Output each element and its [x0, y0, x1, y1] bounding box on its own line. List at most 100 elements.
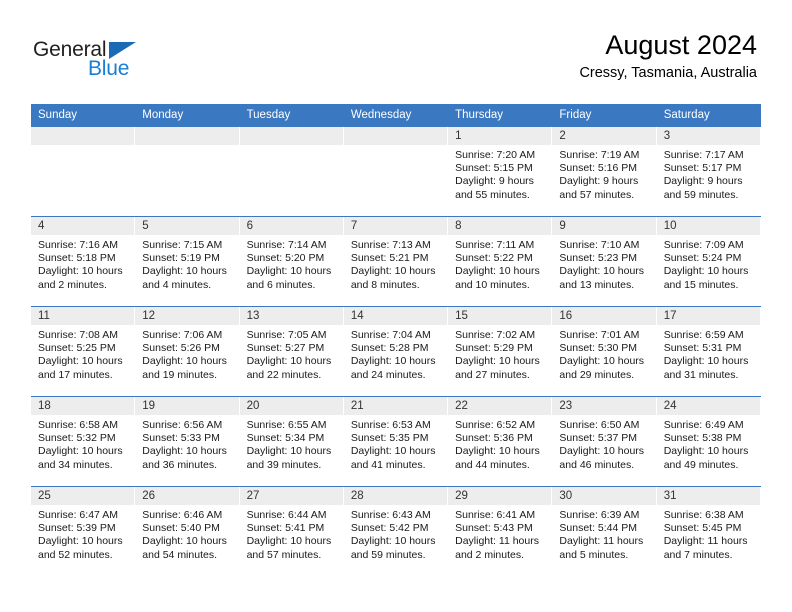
day-detail: Sunrise: 7:02 AM Sunset: 5:29 PM Daylight:…: [448, 325, 551, 382]
calendar-day-cell[interactable]: 18 Sunrise: 6:58 AM Sunset: 5:32 PM Dayligh…: [31, 396, 136, 487]
sunset-text: Sunset: 5:44 PM: [559, 522, 638, 535]
calendar-day-cell[interactable]: 28 Sunrise: 6:43 AM Sunset: 5:42 PM Dayligh…: [343, 486, 449, 576]
daylight-text-line2: and 19 minutes.: [142, 368, 217, 381]
daylight-text-line1: Daylight: 11 hours: [559, 535, 644, 548]
day-detail: Sunrise: 6:41 AM Sunset: 5:43 PM Daylight:…: [448, 505, 551, 562]
calendar-day-cell[interactable]: 3 Sunrise: 7:17 AM Sunset: 5:17 PM Daylight…: [656, 126, 761, 217]
sunrise-text: Sunrise: 7:02 AM: [455, 329, 536, 341]
calendar-day-cell[interactable]: 31 Sunrise: 6:38 AM Sunset: 5:45 PM Dayligh…: [656, 486, 761, 576]
calendar-day-cell[interactable]: 5 Sunrise: 7:15 AM Sunset: 5:19 PM Daylight…: [135, 216, 240, 307]
daylight-text-line2: and 24 minutes.: [350, 368, 426, 381]
calendar-day-cell[interactable]: 4 Sunrise: 7:16 AM Sunset: 5:18 PM Daylight…: [31, 216, 136, 307]
daylight-text-line2: and 22 minutes.: [246, 368, 322, 381]
calendar-day-cell[interactable]: 11 Sunrise: 7:08 AM Sunset: 5:25 PM Dayligh…: [31, 306, 136, 397]
calendar-day-cell[interactable]: 21 Sunrise: 6:53 AM Sunset: 5:35 PM Dayligh…: [343, 396, 449, 487]
day-number: 26: [135, 487, 239, 505]
day-cell-content: 8 Sunrise: 7:11 AM Sunset: 5:22 PM Daylight…: [448, 217, 553, 306]
calendar-day-cell[interactable]: 13 Sunrise: 7:05 AM Sunset: 5:27 PM Dayligh…: [239, 306, 344, 397]
day-detail: Sunrise: 7:11 AM Sunset: 5:22 PM Daylight:…: [448, 235, 551, 292]
daylight-text-line2: and 41 minutes.: [350, 458, 426, 471]
sunrise-text: Sunrise: 6:52 AM: [455, 419, 536, 431]
calendar-day-cell[interactable]: 6 Sunrise: 7:14 AM Sunset: 5:20 PM Daylight…: [239, 216, 344, 307]
calendar-day-cell[interactable]: [239, 126, 344, 217]
daylight-text-line1: Daylight: 10 hours: [455, 445, 540, 458]
sunset-text: Sunset: 5:31 PM: [663, 342, 742, 355]
day-cell-empty: [31, 127, 136, 216]
daylight-text-line2: and 15 minutes.: [663, 278, 739, 291]
day-number: 24: [656, 397, 760, 415]
calendar-day-cell[interactable]: 25 Sunrise: 6:47 AM Sunset: 5:39 PM Dayligh…: [31, 486, 136, 576]
day-cell-content: 16 Sunrise: 7:01 AM Sunset: 5:30 PM Dayligh…: [552, 307, 657, 396]
sunset-text: Sunset: 5:45 PM: [663, 522, 742, 535]
day-cell-content: 9 Sunrise: 7:10 AM Sunset: 5:23 PM Daylight…: [552, 217, 657, 306]
calendar-day-cell[interactable]: 22 Sunrise: 6:52 AM Sunset: 5:36 PM Dayligh…: [448, 396, 553, 487]
sunset-text: Sunset: 5:29 PM: [455, 342, 533, 355]
daylight-text-line2: and 59 minutes.: [350, 548, 426, 561]
calendar-day-cell[interactable]: 26 Sunrise: 6:46 AM Sunset: 5:40 PM Dayligh…: [135, 486, 240, 576]
calendar-day-cell[interactable]: 23 Sunrise: 6:50 AM Sunset: 5:37 PM Dayligh…: [552, 396, 657, 487]
day-detail: Sunrise: 7:01 AM Sunset: 5:30 PM Daylight:…: [552, 325, 655, 382]
day-cell-content: 3 Sunrise: 7:17 AM Sunset: 5:17 PM Daylight…: [656, 127, 761, 216]
calendar-day-cell[interactable]: 2 Sunrise: 7:19 AM Sunset: 5:16 PM Daylight…: [552, 126, 657, 217]
sunset-text: Sunset: 5:37 PM: [559, 432, 638, 445]
logo-text-blue: Blue: [88, 57, 130, 80]
calendar-day-cell[interactable]: 27 Sunrise: 6:44 AM Sunset: 5:41 PM Dayligh…: [239, 486, 344, 576]
calendar-day-cell[interactable]: [343, 126, 449, 217]
sunset-text: Sunset: 5:25 PM: [38, 342, 116, 355]
calendar-day-cell[interactable]: 14 Sunrise: 7:04 AM Sunset: 5:28 PM Dayligh…: [343, 306, 449, 397]
day-number: 7: [343, 217, 448, 235]
day-cell-content: 6 Sunrise: 7:14 AM Sunset: 5:20 PM Daylight…: [239, 217, 344, 306]
calendar-day-cell[interactable]: 24 Sunrise: 6:49 AM Sunset: 5:38 PM Dayligh…: [656, 396, 761, 487]
calendar-day-cell[interactable]: 7 Sunrise: 7:13 AM Sunset: 5:21 PM Daylight…: [343, 216, 449, 307]
day-number: 21: [343, 397, 448, 415]
calendar-day-cell[interactable]: 10 Sunrise: 7:09 AM Sunset: 5:24 PM Dayligh…: [656, 216, 761, 307]
calendar-day-cell[interactable]: 20 Sunrise: 6:55 AM Sunset: 5:34 PM Dayligh…: [239, 396, 344, 487]
day-number: 18: [31, 397, 135, 415]
sunrise-text: Sunrise: 7:06 AM: [142, 329, 223, 341]
calendar-day-cell[interactable]: 16 Sunrise: 7:01 AM Sunset: 5:30 PM Dayligh…: [552, 306, 657, 397]
day-cell-content: 22 Sunrise: 6:52 AM Sunset: 5:36 PM Dayligh…: [448, 397, 553, 486]
calendar-day-cell[interactable]: 1 Sunrise: 7:20 AM Sunset: 5:15 PM Daylight…: [448, 126, 553, 217]
day-cell-empty: [135, 127, 240, 216]
day-cell-empty: [239, 127, 344, 216]
day-number: 27: [239, 487, 343, 505]
day-cell-content: 13 Sunrise: 7:05 AM Sunset: 5:27 PM Dayligh…: [239, 307, 344, 396]
sunset-text: Sunset: 5:20 PM: [246, 252, 325, 265]
daylight-text-line1: Daylight: 10 hours: [663, 355, 749, 368]
calendar-day-cell[interactable]: 9 Sunrise: 7:10 AM Sunset: 5:23 PM Daylight…: [552, 216, 657, 307]
calendar-day-cell[interactable]: [135, 126, 240, 217]
daylight-text-line2: and 2 minutes.: [38, 278, 107, 291]
calendar-day-cell[interactable]: [31, 126, 136, 217]
day-cell-content: 14 Sunrise: 7:04 AM Sunset: 5:28 PM Dayligh…: [343, 307, 449, 396]
sunset-text: Sunset: 5:22 PM: [455, 252, 533, 265]
sunset-text: Sunset: 5:43 PM: [455, 522, 533, 535]
calendar-day-cell[interactable]: 15 Sunrise: 7:02 AM Sunset: 5:29 PM Dayligh…: [448, 306, 553, 397]
day-number: 23: [552, 397, 656, 415]
calendar-day-cell[interactable]: 19 Sunrise: 6:56 AM Sunset: 5:33 PM Dayligh…: [135, 396, 240, 487]
weekday-header-friday: Friday: [552, 104, 657, 127]
day-number: 8: [448, 217, 552, 235]
page-header: General Blue August 2024 Cressy, Tasmani…: [0, 0, 792, 100]
calendar-day-cell[interactable]: 29 Sunrise: 6:41 AM Sunset: 5:43 PM Dayligh…: [448, 486, 553, 576]
daylight-text-line1: Daylight: 10 hours: [142, 355, 227, 368]
daylight-text-line2: and 46 minutes.: [559, 458, 635, 471]
calendar-day-cell[interactable]: 30 Sunrise: 6:39 AM Sunset: 5:44 PM Dayligh…: [552, 486, 657, 576]
calendar-day-cell[interactable]: 17 Sunrise: 6:59 AM Sunset: 5:31 PM Dayligh…: [656, 306, 761, 397]
daylight-text-line2: and 57 minutes.: [246, 548, 322, 561]
calendar-week-row: 11 Sunrise: 7:08 AM Sunset: 5:25 PM Dayligh…: [31, 306, 761, 397]
day-cell-empty: [343, 127, 449, 216]
sunrise-text: Sunrise: 6:47 AM: [38, 509, 118, 521]
calendar-week-row: 1 Sunrise: 7:20 AM Sunset: 5:15 PM Daylight…: [31, 126, 761, 217]
sunset-text: Sunset: 5:21 PM: [350, 252, 429, 265]
calendar-day-cell[interactable]: 8 Sunrise: 7:11 AM Sunset: 5:22 PM Daylight…: [448, 216, 553, 307]
daylight-text-line2: and 49 minutes.: [663, 458, 739, 471]
daylight-text-line1: Daylight: 9 hours: [663, 175, 743, 188]
day-cell-content: 10 Sunrise: 7:09 AM Sunset: 5:24 PM Dayligh…: [656, 217, 761, 306]
day-detail: Sunrise: 6:52 AM Sunset: 5:36 PM Daylight:…: [448, 415, 551, 472]
daylight-text-line2: and 13 minutes.: [559, 278, 635, 291]
day-detail: Sunrise: 7:15 AM Sunset: 5:19 PM Daylight:…: [135, 235, 238, 292]
day-detail: Sunrise: 7:19 AM Sunset: 5:16 PM Daylight:…: [552, 145, 655, 202]
calendar-day-cell[interactable]: 12 Sunrise: 7:06 AM Sunset: 5:26 PM Dayligh…: [135, 306, 240, 397]
sunrise-text: Sunrise: 7:08 AM: [38, 329, 118, 341]
sunset-text: Sunset: 5:27 PM: [246, 342, 325, 355]
